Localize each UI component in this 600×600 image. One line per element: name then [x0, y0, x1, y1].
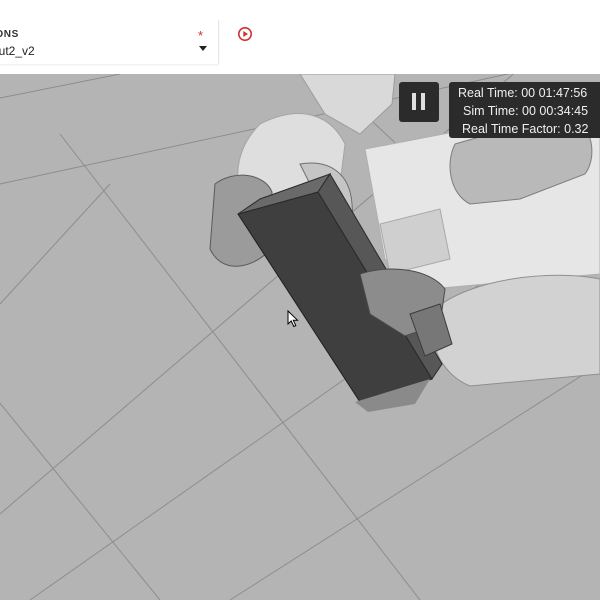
pause-button[interactable] [399, 82, 439, 122]
world-selector[interactable]: IONS * aut2_v2 [0, 20, 219, 64]
top-toolbar: IONS * aut2_v2 [0, 0, 600, 75]
chevron-down-icon[interactable] [199, 46, 207, 51]
real-time-readout: Real Time: 00 01:47:56 [458, 86, 588, 100]
selector-value: aut2_v2 [0, 44, 35, 58]
app-root: IONS * aut2_v2 [0, 0, 600, 600]
real-time-factor-readout: Real Time Factor: 0.32 [462, 122, 589, 136]
mouse-pointer-icon [287, 310, 299, 328]
sim-time-readout: Sim Time: 00 00:34:45 [463, 104, 589, 118]
scene-canvas[interactable] [0, 74, 600, 600]
sim-time-panel: Real Time: 00 01:47:56 Sim Time: 00 00:3… [449, 82, 600, 138]
required-indicator: * [198, 28, 204, 43]
pause-icon [421, 93, 425, 110]
simulation-viewport[interactable] [0, 74, 600, 600]
play-circle-icon[interactable] [237, 26, 253, 42]
pause-icon [412, 93, 416, 110]
selector-label: IONS [0, 29, 19, 40]
